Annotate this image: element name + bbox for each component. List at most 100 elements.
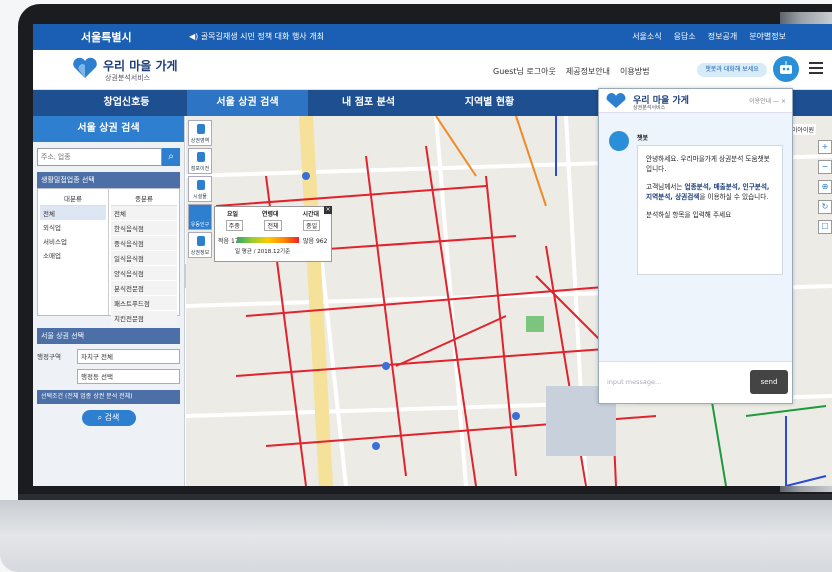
search-button-label: 검색 xyxy=(104,413,120,422)
chat-greeting: 안녕하세요. 우리마을가게 상권분석 도움챗봇 입니다. xyxy=(646,155,770,173)
minor-item[interactable]: 분식전문점 xyxy=(111,281,177,295)
legend-age-select[interactable]: 전체 xyxy=(264,220,282,231)
info-link[interactable]: 제공정보안내 xyxy=(566,66,610,77)
chatbot-button[interactable]: 챗봇과 대화해 보세요 xyxy=(697,63,767,77)
brand-row: 우리 마을 가게 상권분석서비스 Guest님 로그아웃 제공정보안내 이용방법… xyxy=(33,50,832,90)
send-button[interactable]: send xyxy=(750,370,788,394)
legend-high: 많음 962 xyxy=(303,236,327,245)
left-panel-title: 서울 상권 검색 xyxy=(33,116,184,142)
major-item[interactable]: 소매업 xyxy=(40,248,106,262)
map-tool-info[interactable]: 상권정보 xyxy=(188,232,212,258)
screen: 서울특별시 ◀) 골목길재생 시민 정책 대화 행사 개최 서울소식 응답소 정… xyxy=(33,24,832,486)
howto-link[interactable]: 이용방법 xyxy=(620,66,649,77)
legend-high-label: 많음 xyxy=(303,238,315,245)
condition-bar[interactable]: 선택조건 (전체 업종 상권 분석 전체) xyxy=(37,390,180,404)
minor-item[interactable]: 일식음식점 xyxy=(111,251,177,265)
bot-avatar-icon xyxy=(609,131,629,151)
chat-options-pre: 고객님께서는 xyxy=(646,183,685,191)
legend-color-bar xyxy=(237,237,299,243)
legend-low: 적음 17 xyxy=(218,236,239,245)
district-select[interactable]: 자치구 전체 xyxy=(77,348,180,364)
major-list: 대분류 전체 외식업 서비스업 소매업 xyxy=(38,189,108,315)
zoom-in-icon[interactable]: + xyxy=(818,140,832,154)
map-tool-population[interactable]: 유동인구 xyxy=(188,204,212,230)
nav-region[interactable]: 지역별 현황 xyxy=(429,90,550,116)
nav-signal[interactable]: 창업신호등 xyxy=(66,90,187,116)
minor-item[interactable]: 패스트푸드점 xyxy=(111,296,177,310)
fullscreen-icon[interactable]: ☐ xyxy=(818,220,832,234)
chat-controls[interactable]: 이용안내 — × xyxy=(749,96,786,105)
chat-subtitle: 상권분석서비스 xyxy=(633,105,666,111)
legend-high-num: 962 xyxy=(315,238,328,245)
district-label: 행정구역 xyxy=(37,353,61,361)
major-item[interactable]: 서비스업 xyxy=(40,234,106,248)
major-item[interactable]: 외식업 xyxy=(40,220,106,234)
map-tool-facility[interactable]: 시설물 xyxy=(188,176,212,202)
legend-time-label: 시간대 xyxy=(302,211,320,218)
top-links: 서울소식 응답소 정보공개 분야별정보 xyxy=(632,31,786,42)
search-row: ⌕ xyxy=(37,148,180,166)
population-legend: 요일 연령대 시간대 주중 전체 중일 적음 17 많음 962 일 평균 / … xyxy=(214,206,332,262)
top-link-fields[interactable]: 분야별정보 xyxy=(749,31,786,42)
chat-prompt: 분석하실 항목을 입력해 주세요 xyxy=(646,211,732,219)
map-tools: 상권영역 점포이전 시설물 유동인구 상권정보 xyxy=(188,120,212,258)
chat-input-field[interactable]: input message... xyxy=(607,378,661,386)
minor-head: 중분류 xyxy=(111,191,177,206)
zoom-out-icon[interactable]: − xyxy=(818,160,832,174)
chat-options-post: 을 이용하실 수 있습니다. xyxy=(699,193,769,201)
chatbot-window: 우리 마을 가게 상권분석서비스 이용안내 — × 챗봇 안녕하세요. 우리마을… xyxy=(598,88,793,404)
map-tool-store[interactable]: 점포이전 xyxy=(188,148,212,174)
chat-logo-icon xyxy=(606,93,626,108)
major-head: 대분류 xyxy=(40,191,106,206)
minor-item[interactable]: 중식음식점 xyxy=(111,236,177,250)
search-icon[interactable]: ⌕ xyxy=(162,148,180,166)
heart-logo-icon[interactable] xyxy=(71,56,99,80)
hamburger-menu-icon[interactable] xyxy=(809,62,823,74)
nav-store[interactable]: 내 점포 분석 xyxy=(308,90,429,116)
minor-item[interactable]: 치킨전문점 xyxy=(111,311,177,325)
monitor-stand xyxy=(0,500,832,572)
legend-low-label: 적음 xyxy=(218,238,230,245)
nav-search[interactable]: 서울 상권 검색 xyxy=(187,90,308,116)
left-panel: 서울 상권 검색 ⌕ 생활밀접업종 선택 대분류 전체 외식업 서비스업 소매업… xyxy=(33,116,185,486)
refresh-icon[interactable]: ↻ xyxy=(818,200,832,214)
legend-age-label: 연령대 xyxy=(261,211,279,218)
logout-link[interactable]: Guest님 로그아웃 xyxy=(493,66,556,77)
legend-day-label: 요일 xyxy=(226,211,239,218)
top-link-news[interactable]: 서울소식 xyxy=(632,31,661,42)
brand-name[interactable]: 우리 마을 가게 xyxy=(103,57,178,74)
legend-headers: 요일 연령대 시간대 xyxy=(215,207,331,218)
chat-header: 우리 마을 가게 상권분석서비스 이용안내 — × xyxy=(599,89,792,113)
zoom-tools: + − ⊕ ↻ ☐ xyxy=(818,140,832,234)
minor-list: 중분류 전체 한식음식점 중식음식점 일식음식점 양식음식점 분식전문점 패스트… xyxy=(108,189,179,325)
top-link-response[interactable]: 응답소 xyxy=(674,31,696,42)
legend-time-select[interactable]: 중일 xyxy=(303,220,321,231)
legend-close-icon[interactable]: × xyxy=(324,206,332,214)
user-links: Guest님 로그아웃 제공정보안내 이용방법 xyxy=(493,66,649,77)
top-bar: 서울특별시 ◀) 골목길재생 시민 정책 대화 행사 개최 서울소식 응답소 정… xyxy=(33,24,832,50)
bot-name: 챗봇 xyxy=(637,135,649,142)
chat-message: 안녕하세요. 우리마을가게 상권분석 도움챗봇 입니다. 고객님께서는 업종분석… xyxy=(637,145,783,275)
chat-body: 챗봇 안녕하세요. 우리마을가게 상권분석 도움챗봇 입니다. 고객님께서는 업… xyxy=(599,113,792,361)
minor-item[interactable]: 양식음식점 xyxy=(111,266,177,280)
robot-icon[interactable] xyxy=(773,56,799,82)
seoul-logo[interactable]: 서울특별시 xyxy=(81,29,132,45)
district-row: 행정구역 자치구 전체 xyxy=(37,348,180,364)
major-item[interactable]: 전체 xyxy=(40,206,106,220)
top-link-disclosure[interactable]: 정보공개 xyxy=(708,31,737,42)
legend-selects: 주중 전체 중일 xyxy=(215,220,331,231)
search-input[interactable] xyxy=(37,148,162,166)
search-button[interactable]: ⌕ 검색 xyxy=(81,410,136,426)
category-head: 생활밀접업종 선택 xyxy=(37,172,180,188)
dong-select[interactable]: 행정동 선택 xyxy=(77,368,180,384)
locate-icon[interactable]: ⊕ xyxy=(818,180,832,194)
select-head: 서울 상권 선택 xyxy=(37,328,180,344)
legend-note: 일 평균 / 2018.12기준 xyxy=(235,249,291,255)
legend-day-select[interactable]: 주중 xyxy=(225,220,243,231)
map-tool-area[interactable]: 상권영역 xyxy=(188,120,212,146)
minor-item[interactable]: 전체 xyxy=(111,206,177,220)
category-box: 대분류 전체 외식업 서비스업 소매업 중분류 전체 한식음식점 중식음식점 일… xyxy=(37,188,180,325)
chat-input-row: input message... send xyxy=(599,361,792,403)
notice-text[interactable]: ◀) 골목길재생 시민 정책 대화 행사 개최 xyxy=(189,31,324,42)
minor-item[interactable]: 한식음식점 xyxy=(111,221,177,235)
